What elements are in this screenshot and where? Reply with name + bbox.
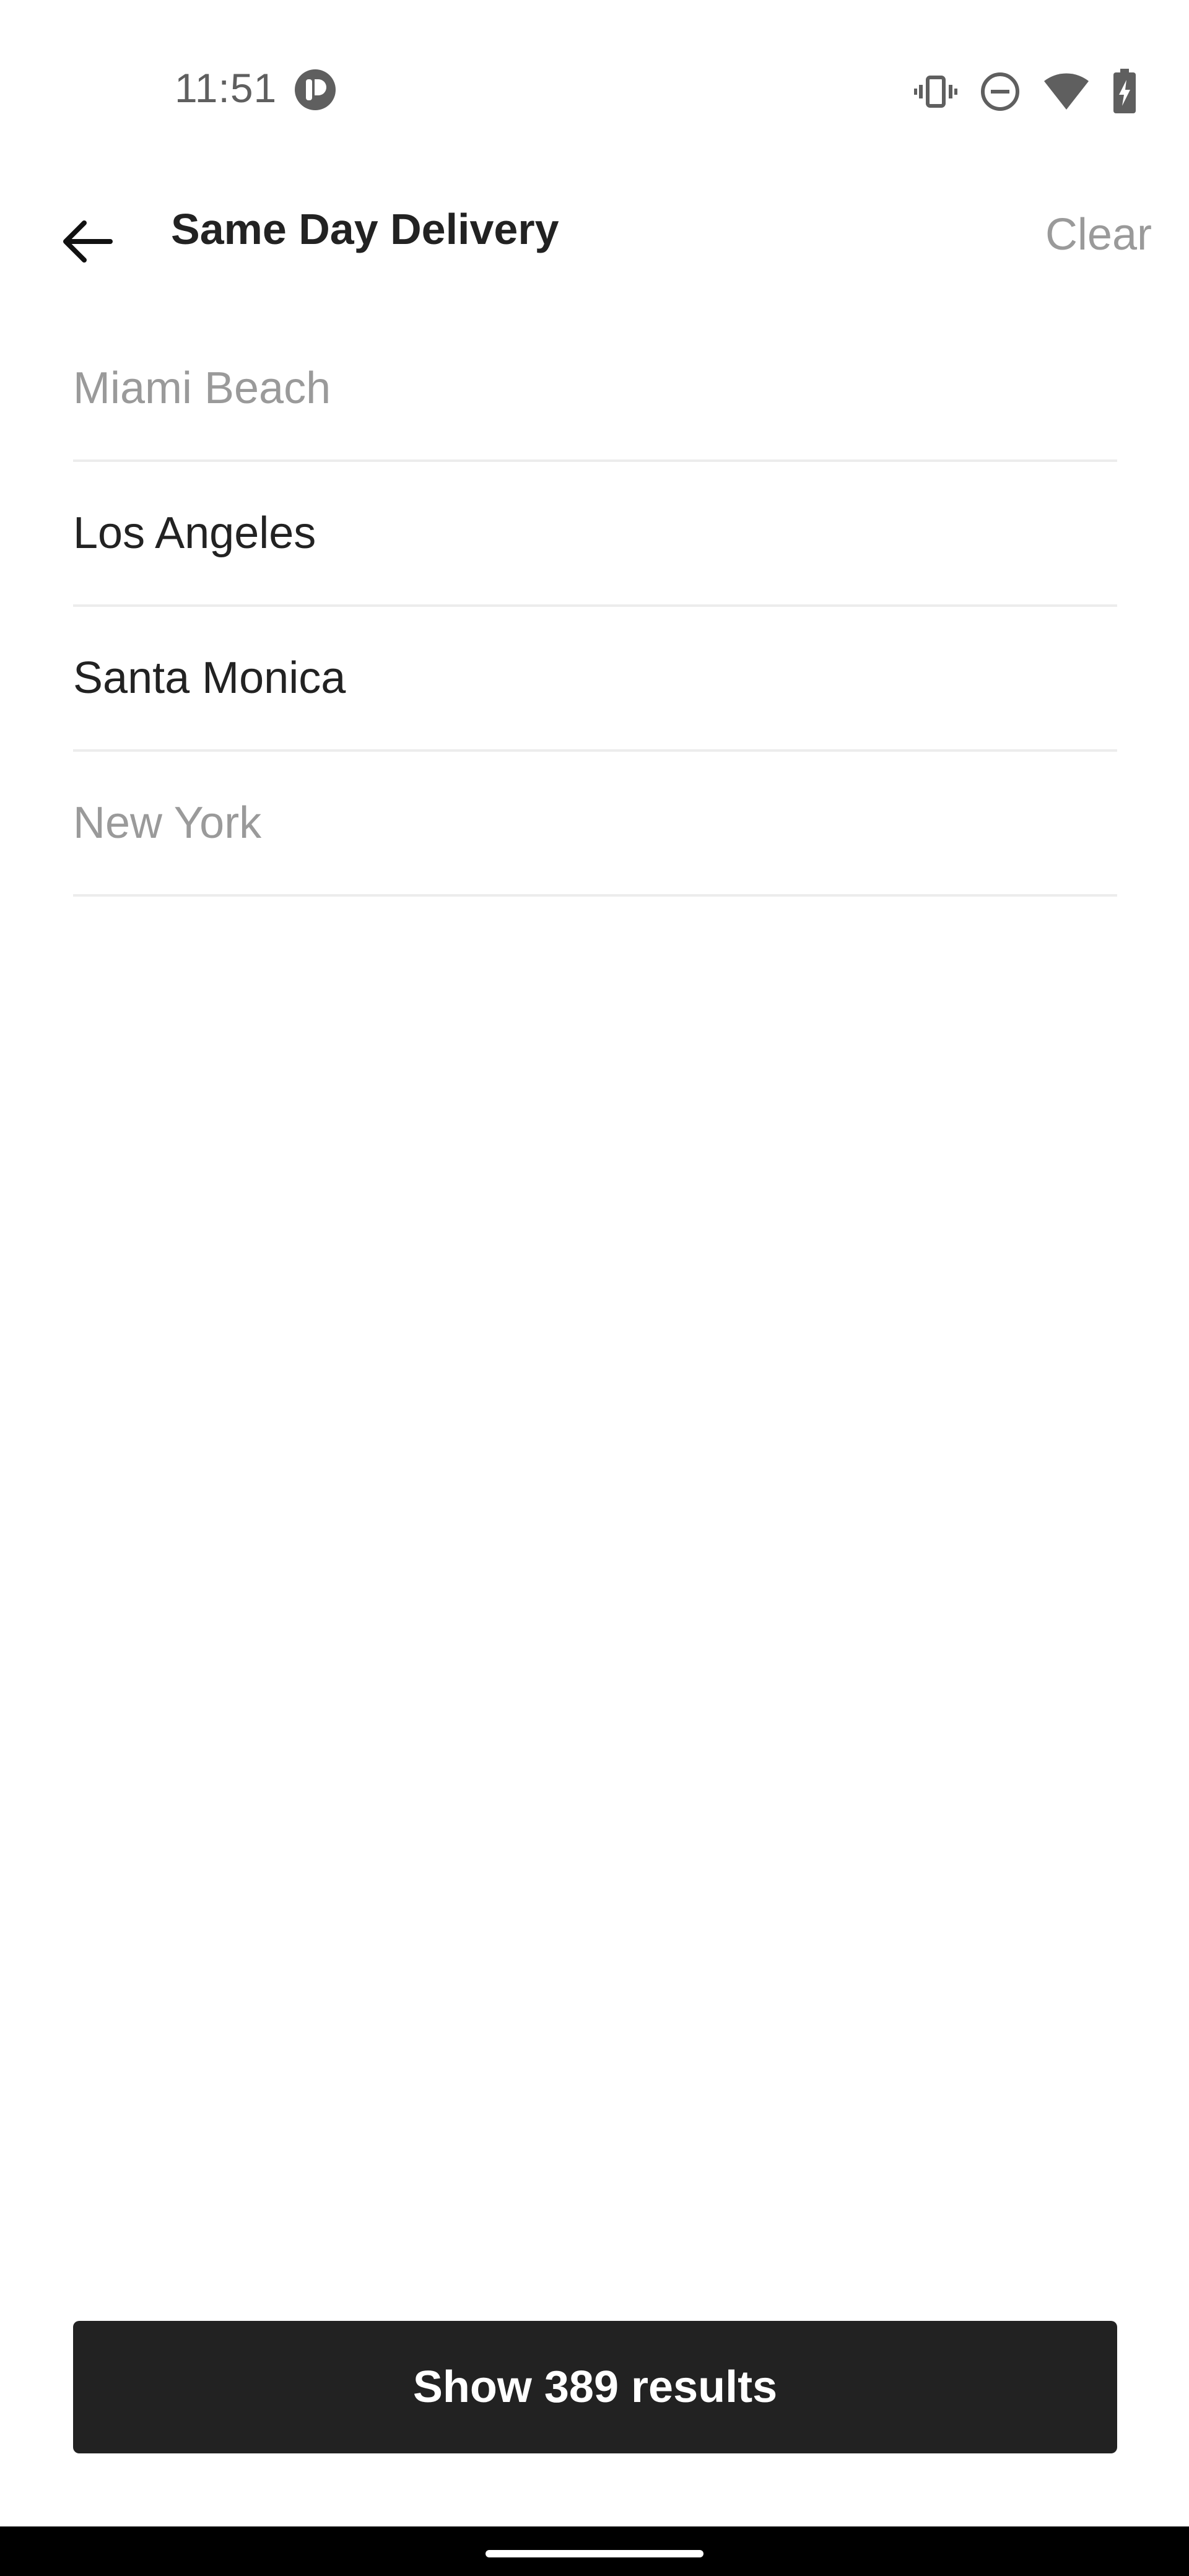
do-not-disturb-icon [980,71,1021,112]
city-item-santa-monica[interactable]: Santa Monica [73,607,1117,752]
vibrate-icon [914,70,957,113]
app-notification-icon [294,68,337,111]
toolbar: Same Day Delivery Clear [0,186,1189,285]
city-list: Miami Beach Los Angeles Santa Monica New… [73,317,1117,897]
status-icons [914,67,1137,116]
city-item-new-york: New York [73,752,1117,897]
clear-button[interactable]: Clear [1045,208,1152,261]
home-indicator[interactable] [486,2550,703,2557]
back-button[interactable] [50,204,124,279]
status-time: 11:51 [175,65,277,111]
navigation-bar [0,2526,1189,2576]
arrow-left-icon [63,220,113,263]
show-results-button[interactable]: Show 389 results [73,2321,1117,2453]
city-item-los-angeles[interactable]: Los Angeles [73,462,1117,607]
status-bar: 11:51 [0,0,1189,186]
wifi-icon [1043,72,1090,111]
city-item-miami-beach: Miami Beach [73,317,1117,462]
page-title: Same Day Delivery [171,205,559,253]
screen: 11:51 Same Day Delivery Clear Miami Beac… [0,0,1189,2576]
battery-charging-icon [1112,69,1137,115]
